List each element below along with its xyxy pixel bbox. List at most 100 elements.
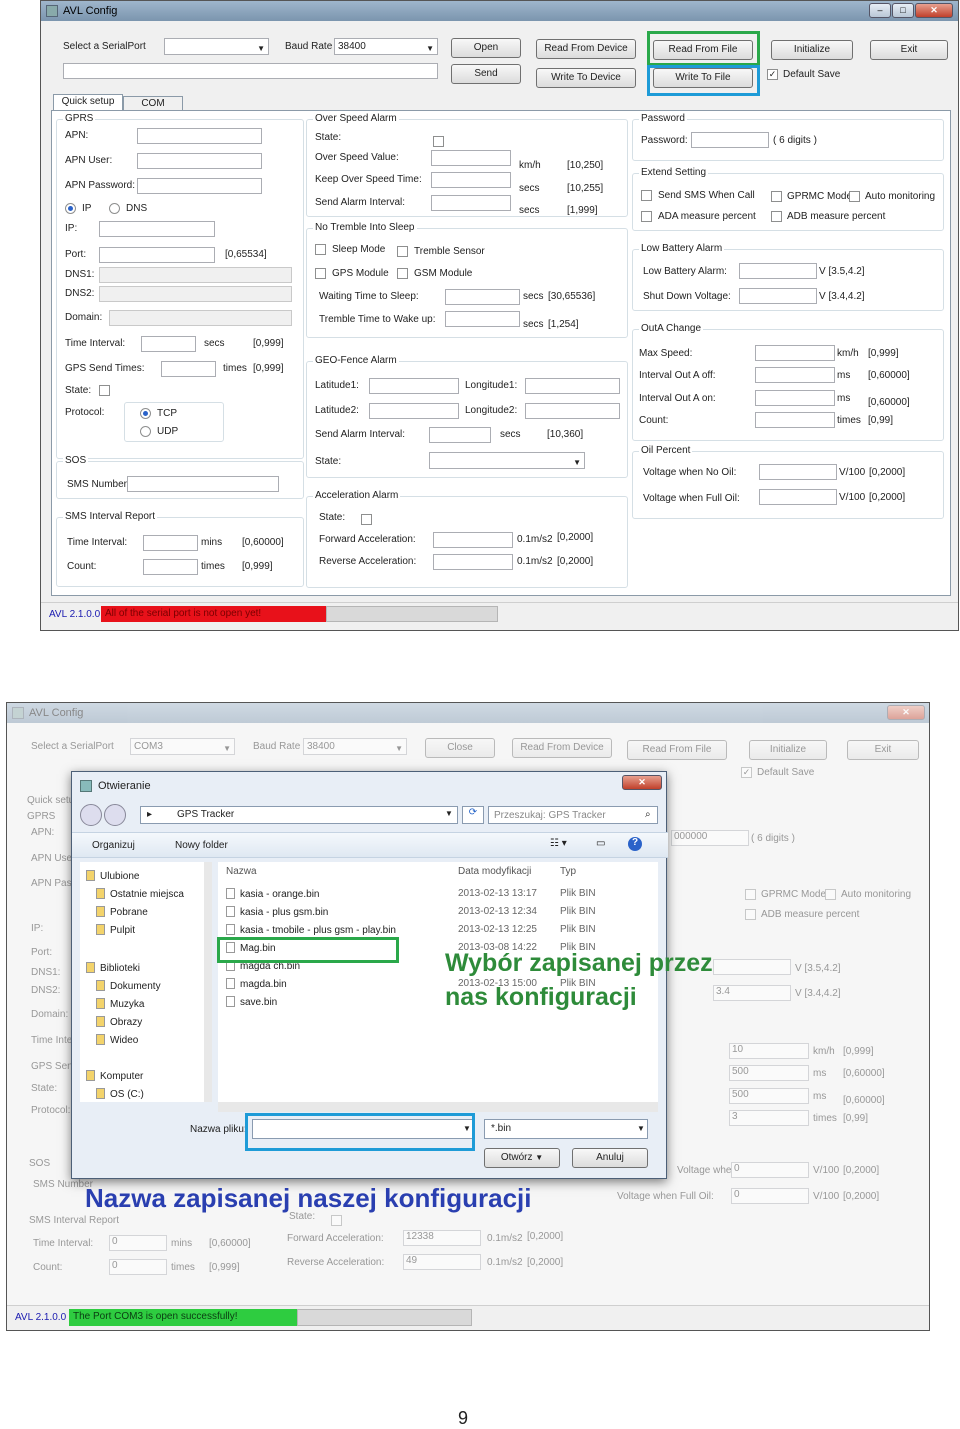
serial-port-select[interactable]: ▼ xyxy=(164,38,269,55)
help-icon[interactable]: ? xyxy=(628,837,642,851)
password-input[interactable] xyxy=(691,132,769,148)
adb-checkbox-2[interactable] xyxy=(745,909,756,920)
apn-input[interactable] xyxy=(137,128,262,144)
sleep-mode-checkbox[interactable] xyxy=(315,244,326,255)
search-input[interactable]: Przeszukaj: GPS Tracker ⌕ xyxy=(488,806,658,824)
gprmc-checkbox[interactable] xyxy=(771,191,782,202)
nav-item[interactable]: Muzyka xyxy=(96,998,144,1010)
nav-item[interactable]: Wideo xyxy=(96,1034,138,1046)
no-oil-input[interactable] xyxy=(759,464,837,480)
read-from-file-button-2[interactable]: Read From File xyxy=(627,740,727,760)
osa-value-input[interactable] xyxy=(431,150,511,166)
gprs-state-checkbox[interactable] xyxy=(99,385,110,396)
geo-send-input[interactable] xyxy=(429,427,491,443)
baud-rate-select-2[interactable]: 38400 ▼ xyxy=(303,738,407,755)
ada-checkbox[interactable] xyxy=(641,211,652,222)
max-speed-input[interactable] xyxy=(755,345,835,361)
file-row[interactable]: kasia - orange.bin xyxy=(226,888,320,900)
lon1-input[interactable] xyxy=(525,378,620,394)
file-type-select[interactable]: *.bin ▼ xyxy=(484,1119,648,1139)
tremble-wake-input[interactable] xyxy=(445,311,520,327)
nav-item[interactable]: Komputer xyxy=(86,1070,143,1082)
organize-button[interactable]: Organizuj xyxy=(92,840,135,851)
full-oil-input[interactable] xyxy=(759,489,837,505)
auto-monitoring-checkbox-2[interactable] xyxy=(825,889,836,900)
out-a-count-input[interactable] xyxy=(755,412,835,428)
view-icon[interactable]: ☷ ▾ xyxy=(550,838,567,849)
sms-time-input-2[interactable]: 0 xyxy=(109,1235,167,1251)
default-save-checkbox-2[interactable]: ✓ xyxy=(741,767,752,778)
file-list-scrollbar[interactable] xyxy=(218,1102,658,1112)
lon2-input[interactable] xyxy=(525,403,620,419)
shut-down-input[interactable] xyxy=(739,288,817,304)
new-folder-button[interactable]: Nowy folder xyxy=(175,840,228,851)
port-input[interactable] xyxy=(99,247,215,263)
exit-button[interactable]: Exit xyxy=(870,40,948,60)
nav-item[interactable]: OS (C:) xyxy=(96,1088,144,1100)
baud-rate-select[interactable]: 38400 ▼ xyxy=(334,38,438,55)
close-port-button[interactable]: Close xyxy=(425,738,495,758)
gps-send-input[interactable] xyxy=(161,361,216,377)
osa-keep-input[interactable] xyxy=(431,172,511,188)
address-bar[interactable]: ▸ GPS Tracker ▼ xyxy=(140,806,458,824)
forward-input-2[interactable]: 12338 xyxy=(403,1230,481,1246)
initialize-button-2[interactable]: Initialize xyxy=(749,740,827,760)
reverse-input-2[interactable]: 49 xyxy=(403,1254,481,1270)
udp-radio[interactable] xyxy=(140,426,151,437)
auto-monitoring-checkbox[interactable] xyxy=(849,191,860,202)
ip-radio[interactable] xyxy=(65,203,76,214)
dns2-input[interactable] xyxy=(99,286,292,302)
file-row[interactable]: save.bin xyxy=(226,996,277,1008)
cancel-button[interactable]: Anuluj xyxy=(572,1148,648,1168)
full-oil-input-2[interactable]: 0 xyxy=(731,1188,809,1204)
exit-button-2[interactable]: Exit xyxy=(847,740,919,760)
default-save-checkbox[interactable]: ✓ xyxy=(767,69,778,80)
tab-com[interactable]: COM xyxy=(123,96,183,111)
serial-info-field[interactable] xyxy=(63,63,438,79)
refresh-icon[interactable]: ⟳ xyxy=(462,806,484,824)
file-row[interactable]: kasia - plus gsm.bin xyxy=(226,906,328,918)
send-sms-checkbox[interactable] xyxy=(641,190,652,201)
gps-module-checkbox[interactable] xyxy=(315,268,326,279)
sms-count-input[interactable] xyxy=(143,559,198,575)
low-battery-input[interactable] xyxy=(739,263,817,279)
shut-down-input-2[interactable]: 3.4 xyxy=(713,985,791,1001)
out-a-off-input[interactable] xyxy=(755,367,835,383)
file-row[interactable]: kasia - tmobile - plus gsm - play.bin xyxy=(226,924,396,936)
nav-item[interactable]: Ostatnie miejsca xyxy=(96,888,184,900)
back-icon[interactable] xyxy=(80,804,102,826)
gprmc-checkbox-2[interactable] xyxy=(745,889,756,900)
read-from-device-button[interactable]: Read From Device xyxy=(536,39,636,59)
gsm-module-checkbox[interactable] xyxy=(397,268,408,279)
osa-state-checkbox[interactable] xyxy=(433,136,444,147)
nav-item[interactable]: Pulpit xyxy=(96,924,135,936)
nav-item[interactable]: Dokumenty xyxy=(96,980,161,992)
write-to-device-button[interactable]: Write To Device xyxy=(536,68,636,88)
send-button[interactable]: Send xyxy=(451,64,521,84)
column-date[interactable]: Data modyfikacji xyxy=(458,866,531,877)
apn-password-input[interactable] xyxy=(137,178,262,194)
low-battery-input-2[interactable] xyxy=(713,959,791,975)
lat1-input[interactable] xyxy=(369,378,459,394)
initialize-button[interactable]: Initialize xyxy=(771,40,853,60)
tcp-radio[interactable] xyxy=(140,408,151,419)
nav-item[interactable]: Ulubione xyxy=(86,870,139,882)
out-a-on-input[interactable] xyxy=(755,390,835,406)
forward-icon[interactable] xyxy=(104,804,126,826)
file-row[interactable]: magda.bin xyxy=(226,978,287,990)
forward-input[interactable] xyxy=(433,532,513,548)
gprs-time-interval-input[interactable] xyxy=(141,336,196,352)
minimize-icon[interactable]: – xyxy=(869,3,891,18)
ip-input[interactable] xyxy=(99,221,215,237)
sms-count-input-2[interactable]: 0 xyxy=(109,1259,167,1275)
max-speed-input-2[interactable]: 10 xyxy=(729,1043,809,1059)
nav-scrollbar[interactable] xyxy=(204,862,212,1102)
close-icon[interactable]: ✕ xyxy=(887,705,925,720)
nav-item[interactable]: Biblioteki xyxy=(86,962,140,974)
column-type[interactable]: Typ xyxy=(560,866,576,877)
sms-number-input[interactable] xyxy=(127,476,279,492)
out-a-off-input-2[interactable]: 500 xyxy=(729,1065,809,1081)
preview-pane-icon[interactable]: ▭ xyxy=(596,838,605,849)
open-file-button[interactable]: Otwórz ▼ xyxy=(484,1148,560,1168)
tremble-sensor-checkbox[interactable] xyxy=(397,246,408,257)
